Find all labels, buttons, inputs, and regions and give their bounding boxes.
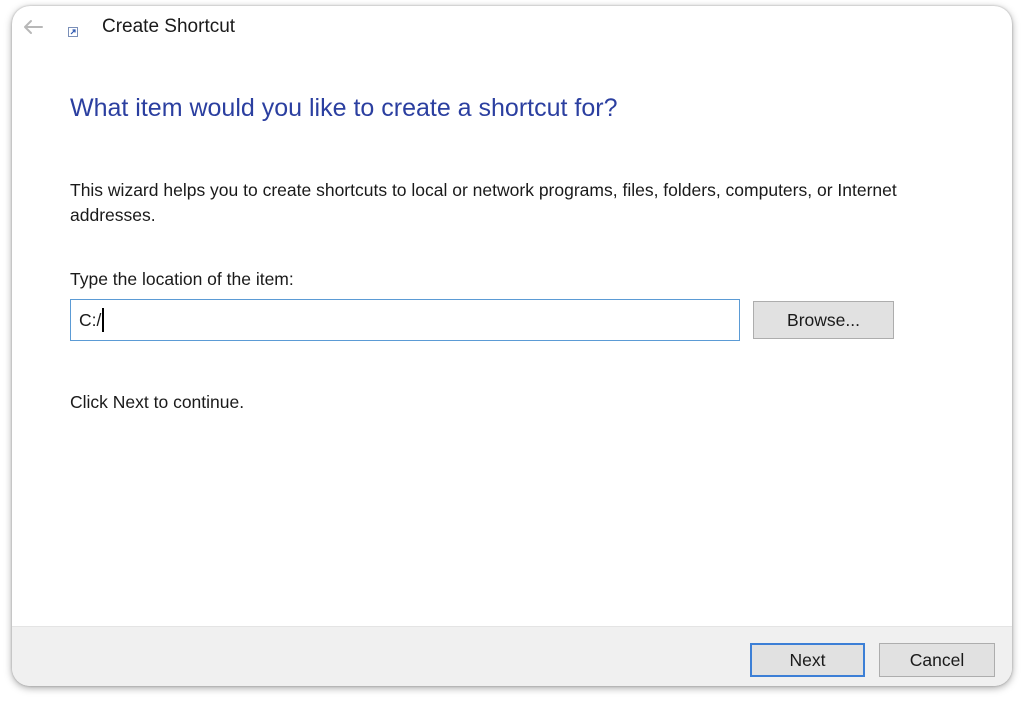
shortcut-icon [68,27,78,37]
dialog-footer: Next Cancel [12,626,1012,686]
create-shortcut-dialog: Create Shortcut What item would you like… [12,6,1012,686]
wizard-description: This wizard helps you to create shortcut… [70,180,897,225]
browse-button[interactable]: Browse... [753,301,894,339]
cancel-button[interactable]: Cancel [879,643,995,677]
location-value: C:/ [79,309,102,330]
continue-instruction: Click Next to continue. [70,392,245,412]
back-button[interactable] [20,16,46,38]
page-heading: What item would you like to create a sho… [70,94,618,122]
title-bar: Create Shortcut [12,6,1012,50]
text-caret [102,308,104,332]
back-arrow-icon [24,20,43,34]
location-input[interactable]: C:/ [70,299,740,341]
window-title: Create Shortcut [102,16,236,37]
location-label: Type the location of the item: [70,269,294,289]
next-button[interactable]: Next [750,643,865,677]
